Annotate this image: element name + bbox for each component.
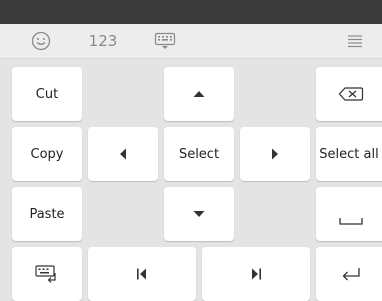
backspace-icon <box>338 86 364 102</box>
arrow-left-icon <box>118 147 128 161</box>
arrow-down-key[interactable] <box>164 187 234 241</box>
switch-keyboard-key[interactable] <box>12 247 82 301</box>
keyboard-icon[interactable] <box>150 24 180 58</box>
cut-key[interactable]: Cut <box>12 67 82 121</box>
line-end-icon <box>249 267 263 281</box>
space-icon <box>338 216 364 226</box>
paste-key[interactable]: Paste <box>12 187 82 241</box>
line-end-key[interactable] <box>202 247 310 301</box>
edit-keypad: Cut Copy Select Select all Paste <box>0 59 382 301</box>
arrow-right-icon <box>270 147 280 161</box>
copy-key[interactable]: Copy <box>12 127 82 181</box>
select-all-label: Select all <box>319 146 379 162</box>
cut-label: Cut <box>35 86 59 102</box>
select-all-key[interactable]: Select all <box>316 127 382 181</box>
keyboard-toolbar: 123 <box>0 24 382 59</box>
line-start-key[interactable] <box>88 247 196 301</box>
numbers-label: 123 <box>88 32 118 50</box>
backspace-key[interactable] <box>316 67 382 121</box>
arrow-down-icon <box>192 209 206 219</box>
switch-keyboard-icon <box>34 264 60 284</box>
arrow-right-key[interactable] <box>240 127 310 181</box>
arrow-up-key[interactable] <box>164 67 234 121</box>
arrow-left-key[interactable] <box>88 127 158 181</box>
copy-label: Copy <box>30 146 64 162</box>
select-label: Select <box>178 146 220 162</box>
enter-icon <box>339 265 363 283</box>
enter-key[interactable] <box>316 247 382 301</box>
space-key[interactable] <box>316 187 382 241</box>
select-key[interactable]: Select <box>164 127 234 181</box>
arrow-up-icon <box>192 89 206 99</box>
emoji-icon[interactable] <box>24 24 58 58</box>
line-start-icon <box>135 267 149 281</box>
status-bar <box>0 0 382 24</box>
menu-icon[interactable] <box>340 24 370 58</box>
paste-label: Paste <box>29 206 65 222</box>
numbers-button[interactable]: 123 <box>86 24 120 58</box>
